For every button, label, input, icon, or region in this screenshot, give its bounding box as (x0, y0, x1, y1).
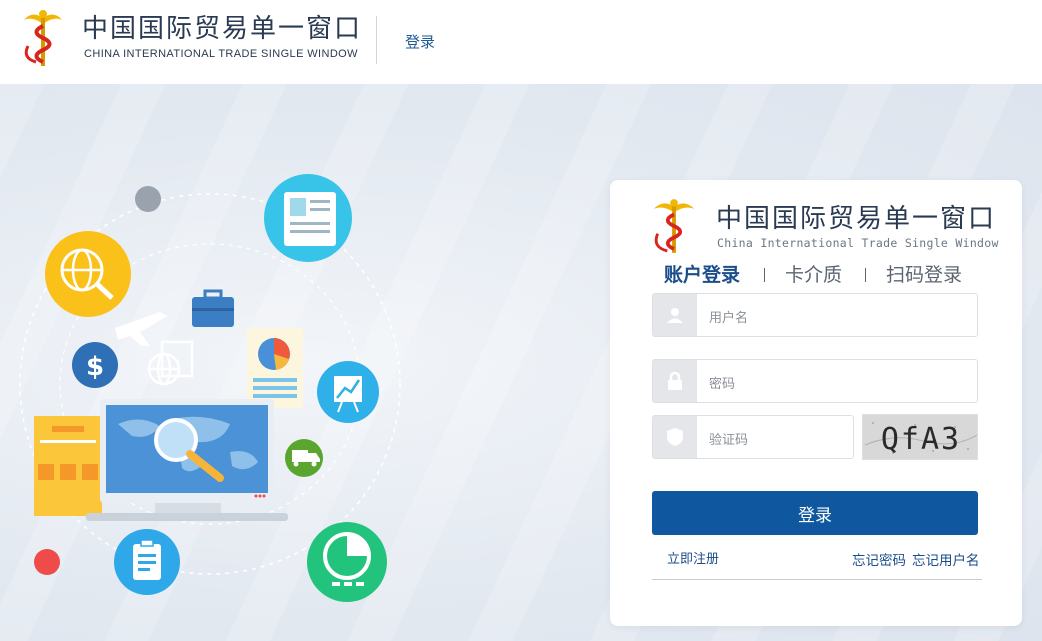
pie-report-icon (247, 328, 303, 408)
pie-chart-icon (307, 522, 387, 602)
password-field[interactable]: 密码 (652, 359, 978, 403)
growth-chart-icon (317, 361, 379, 423)
card-caduceus-logo-icon (653, 199, 695, 253)
username-field[interactable]: 用户名 (652, 293, 978, 337)
globe-document-icon (147, 340, 194, 386)
captcha-image[interactable]: QfA3 (862, 414, 978, 460)
top-header: 中国国际贸易单一窗口 CHINA INTERNATIONAL TRADE SIN… (0, 0, 1042, 84)
monitor-map-icon (86, 399, 288, 521)
username-placeholder: 用户名 (709, 311, 749, 326)
globe-search-icon (45, 231, 131, 317)
brand-title-cn: 中国国际贸易单一窗口 (82, 14, 363, 44)
forgot-password-link[interactable]: 忘记密码 (852, 549, 906, 569)
header-login-link[interactable]: 登录 (405, 31, 435, 52)
dollar-icon: $ (72, 342, 118, 388)
tab-account-login[interactable]: 账户登录 (664, 260, 740, 287)
header-divider (376, 16, 377, 64)
register-link[interactable]: 立即注册 (667, 548, 719, 567)
airplane-icon (115, 312, 168, 346)
captcha-text: QfA3 (881, 422, 961, 457)
trade-illustration: $ (19, 174, 401, 602)
caduceus-logo-icon (24, 10, 62, 66)
tab-card-medium[interactable]: 卡介质 (785, 260, 842, 287)
forgot-username-link[interactable]: 忘记用户名 (912, 549, 980, 569)
shield-icon (653, 416, 697, 458)
user-icon (653, 294, 697, 336)
clipboard-icon (114, 529, 180, 595)
briefcase-icon (192, 289, 234, 327)
lock-icon (653, 360, 697, 402)
document-card-icon (264, 174, 352, 262)
grey-dot (135, 186, 161, 212)
login-tabs: 账户登录 卡介质 扫码登录 (664, 260, 984, 290)
card-bottom-divider (652, 579, 982, 580)
login-submit-button[interactable]: 登录 (652, 491, 978, 535)
brand-title-en: CHINA INTERNATIONAL TRADE SINGLE WINDOW (84, 48, 358, 60)
card-subtitle: China International Trade Single Window (717, 236, 999, 250)
svg-text:$: $ (86, 352, 104, 382)
tab-separator (764, 268, 765, 282)
password-placeholder: 密码 (709, 377, 736, 392)
card-title: 中国国际贸易单一窗口 (716, 204, 997, 234)
captcha-field[interactable]: 验证码 (652, 415, 854, 459)
red-dot (34, 549, 60, 575)
captcha-placeholder: 验证码 (709, 433, 749, 448)
yellow-form-icon (34, 416, 102, 516)
truck-icon (285, 439, 323, 477)
tab-qr-login[interactable]: 扫码登录 (886, 260, 962, 287)
tab-separator (865, 268, 866, 282)
login-card: 中国国际贸易单一窗口 China International Trade Sin… (610, 180, 1022, 626)
